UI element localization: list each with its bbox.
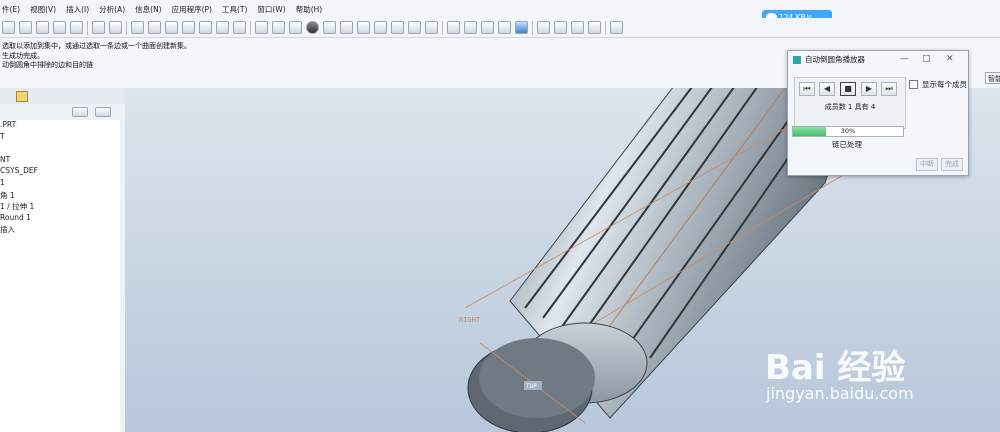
zoom-fit-icon[interactable]: [357, 21, 370, 34]
menu-edit[interactable]: 件(E): [2, 4, 20, 15]
menu-help[interactable]: 帮助(H): [296, 4, 323, 15]
axis-icon[interactable]: [272, 21, 285, 34]
menu-tools[interactable]: 工具(T): [222, 4, 247, 15]
open-file-icon[interactable]: [19, 21, 32, 34]
print-icon[interactable]: [36, 21, 49, 34]
tree-item[interactable]: .PRT: [0, 120, 120, 132]
render-icon[interactable]: [289, 21, 302, 34]
spin-center-icon[interactable]: [391, 21, 404, 34]
dialog-titlebar: 自动倒圆角播放器 — □ ✕: [788, 51, 968, 68]
show-each-member-checkbox[interactable]: 显示每个成员: [909, 79, 967, 90]
datum-label-top: TOP: [526, 383, 537, 390]
tree-item[interactable]: [0, 143, 120, 155]
shading-sphere-icon[interactable]: [306, 21, 319, 34]
menu-bar: 件(E) 视图(V) 插入(I) 分析(A) 信息(N) 应用程序(P) 工具(…: [0, 0, 1000, 18]
first-step-button[interactable]: ⏮: [799, 82, 815, 96]
toolbar-divider: [532, 20, 533, 35]
tree-item[interactable]: 插入: [0, 224, 120, 236]
tree-settings-icon[interactable]: [72, 107, 88, 117]
auto-round-player-dialog: 自动倒圆角播放器 — □ ✕ ⏮ ◀ ■ ▶ ⏭ 成员数 1 具有 4 显示每个…: [787, 50, 969, 176]
wireframe-icon[interactable]: [447, 21, 460, 34]
baidu-url: jingyan.baidu.com: [766, 384, 914, 403]
find-icon[interactable]: [216, 21, 229, 34]
progress-bar: 30%: [792, 126, 904, 137]
tree-item[interactable]: 1: [0, 178, 120, 190]
save-icon[interactable]: [53, 21, 66, 34]
tree-item[interactable]: CSYS_DEF: [0, 166, 120, 178]
undo-icon[interactable]: [92, 21, 105, 34]
context-help-icon[interactable]: [610, 21, 623, 34]
zoom-in-icon[interactable]: [323, 21, 336, 34]
model-tree: .PRT T NT CSYS_DEF 1 角 1 1 / 拉伸 1 Round …: [0, 120, 121, 432]
toolbar-divider: [605, 20, 606, 35]
interrupt-button[interactable]: 中断: [916, 158, 938, 171]
menu-view[interactable]: 视图(V): [30, 4, 56, 15]
model-tree-toolbar: [0, 104, 125, 120]
next-step-button[interactable]: ▶: [861, 82, 877, 96]
datum-axis-icon[interactable]: [554, 21, 567, 34]
progress-percent-text: 30%: [840, 127, 856, 135]
menu-applications[interactable]: 应用程序(P): [172, 4, 212, 15]
email-icon[interactable]: [70, 21, 83, 34]
tree-item[interactable]: Round 1: [0, 213, 120, 225]
minimize-icon[interactable]: —: [900, 54, 909, 64]
stop-button[interactable]: ■: [840, 82, 856, 96]
tree-columns-icon[interactable]: [95, 107, 111, 117]
regenerate-icon[interactable]: [199, 21, 212, 34]
checkbox-box[interactable]: [909, 80, 918, 89]
paste-icon[interactable]: [165, 21, 178, 34]
main-toolbar: [0, 18, 1000, 38]
tree-item[interactable]: NT: [0, 155, 120, 167]
zoom-out-icon[interactable]: [340, 21, 353, 34]
baidu-watermark: Bai 经验: [765, 340, 905, 389]
checkbox-label: 显示每个成员: [922, 80, 967, 89]
maximize-icon[interactable]: □: [922, 54, 931, 64]
dialog-title: 自动倒圆角播放器: [805, 55, 865, 64]
hidden-line-icon[interactable]: [464, 21, 477, 34]
tree-item[interactable]: T: [0, 132, 120, 144]
menu-analysis[interactable]: 分析(A): [99, 4, 125, 15]
baidu-logo-text: Bai 经验: [765, 348, 906, 388]
last-step-button[interactable]: ⏭: [881, 82, 897, 96]
enhanced-realism-icon[interactable]: [515, 21, 528, 34]
toolbar-divider: [126, 20, 127, 35]
message-line: 动倒圆角中排除的边和目的链: [2, 61, 93, 69]
sketch-icon[interactable]: [255, 21, 268, 34]
status-text: 链已处理: [832, 140, 862, 149]
copy-icon[interactable]: [148, 21, 161, 34]
tree-item[interactable]: 1 / 拉伸 1: [0, 201, 120, 213]
shaded-icon[interactable]: [498, 21, 511, 34]
no-hidden-icon[interactable]: [481, 21, 494, 34]
menu-info[interactable]: 信息(N): [135, 4, 161, 15]
toolbar-divider: [442, 20, 443, 35]
close-icon[interactable]: ✕: [946, 54, 954, 64]
finish-button[interactable]: 完成: [941, 158, 963, 171]
player-controls: ⏮ ◀ ■ ▶ ⏭ 成员数 1 具有 4: [794, 77, 906, 129]
select-box-icon[interactable]: [233, 21, 246, 34]
folder-tab-icon[interactable]: [16, 91, 28, 102]
menu-insert[interactable]: 插入(I): [66, 4, 89, 15]
new-file-icon[interactable]: [2, 21, 15, 34]
datum-plane-icon[interactable]: [537, 21, 550, 34]
navigator-tabs: [0, 88, 125, 105]
redo-icon[interactable]: [109, 21, 122, 34]
datum-point-icon[interactable]: [571, 21, 584, 34]
previous-step-button[interactable]: ◀: [819, 82, 835, 96]
cut-icon[interactable]: [131, 21, 144, 34]
message-line: 选取以添加到集中，或通过选取一条边或一个曲面创建新集。: [2, 42, 191, 50]
toolbar-divider: [250, 20, 251, 35]
toolbar-divider: [87, 20, 88, 35]
datum-label-right: RIGHT: [459, 316, 481, 324]
reorient-icon[interactable]: [374, 21, 387, 34]
smart-filter-dropdown[interactable]: 智能: [985, 72, 1000, 84]
paste-special-icon[interactable]: [182, 21, 195, 34]
csys-icon[interactable]: [588, 21, 601, 34]
tree-item[interactable]: 角 1: [0, 190, 120, 202]
app-icon: [793, 55, 801, 64]
member-count-text: 成员数 1 具有 4: [824, 103, 876, 111]
view-manager-icon[interactable]: [425, 21, 438, 34]
menu-window[interactable]: 窗口(W): [257, 4, 285, 15]
layers-icon[interactable]: [408, 21, 421, 34]
